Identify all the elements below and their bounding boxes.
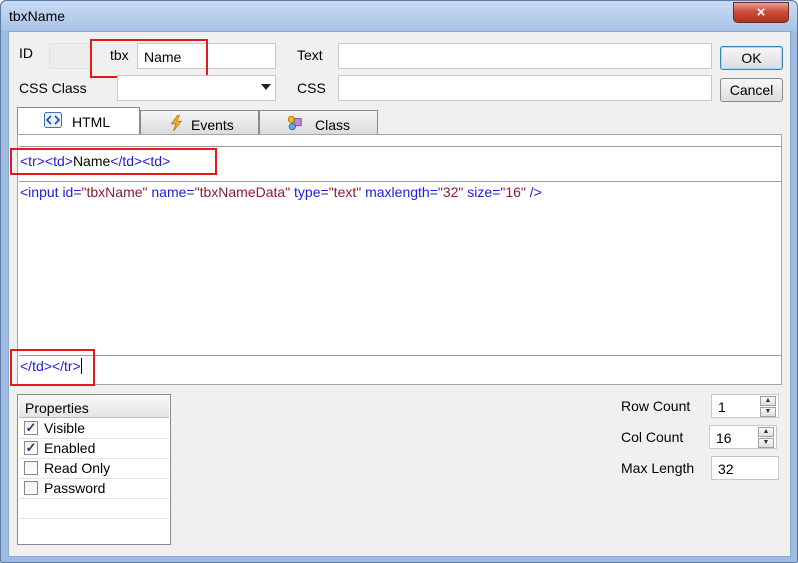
code-attr-value: "tbxName" (81, 184, 148, 200)
title-bar[interactable]: tbxName × (1, 1, 797, 31)
code-attr-name: type (294, 184, 321, 200)
code-tag: /> (529, 184, 542, 200)
property-label: Enabled (44, 440, 96, 456)
css-class-select[interactable] (117, 75, 276, 101)
tab-events[interactable]: Events (140, 110, 259, 135)
code-attr-value: "tbxNameData" (194, 184, 291, 200)
code-body-line[interactable]: <input id="tbxName" name="tbxNameData" t… (20, 184, 542, 200)
id-blank-field (49, 43, 91, 69)
visible-checkbox[interactable]: ✓ (24, 421, 38, 435)
row-count-value: 1 (718, 399, 726, 415)
max-length-label: Max Length (621, 460, 695, 476)
lightning-icon (170, 115, 183, 131)
spin-down-icon[interactable]: ▼ (760, 407, 776, 417)
row-count-label: Row Count (621, 398, 691, 414)
dialog-body: ID tbx Name Text OK CSS Class CSS Cancel… (8, 31, 791, 557)
id-label: ID (19, 45, 33, 61)
row-count-stepper[interactable]: 1 ▲ ▼ (711, 394, 779, 418)
suffix-highlight-box (10, 349, 95, 386)
spin-up-icon[interactable]: ▲ (758, 427, 774, 437)
property-visible[interactable]: ✓ Visible (19, 419, 169, 439)
tab-html-label: HTML (72, 114, 111, 130)
separator (19, 355, 781, 356)
code-attr-name: maxlength (365, 184, 430, 200)
property-enabled[interactable]: ✓ Enabled (19, 439, 169, 459)
tab-class[interactable]: Class (259, 110, 378, 135)
spin-down-icon[interactable]: ▼ (758, 438, 774, 448)
separator (19, 181, 781, 182)
class-icon (287, 115, 302, 131)
chevron-down-icon (261, 84, 271, 90)
spin-up-icon[interactable]: ▲ (760, 396, 776, 406)
dialog-window: tbxName × ID tbx Name Text OK CSS Class … (0, 0, 798, 563)
code-attr-name: name (151, 184, 187, 200)
read-only-checkbox[interactable] (24, 461, 38, 475)
code-attr-value: "text" (328, 184, 362, 200)
ok-button[interactable]: OK (720, 46, 783, 70)
code-attr-value: "16" (500, 184, 526, 200)
code-attr-name: size (467, 184, 493, 200)
ok-button-label: OK (741, 50, 762, 66)
col-count-stepper[interactable]: 16 ▲ ▼ (709, 425, 777, 449)
max-length-input[interactable]: 32 (711, 456, 779, 480)
code-tag: <input (20, 184, 59, 200)
property-read-only[interactable]: Read Only (19, 459, 169, 479)
max-length-value: 32 (718, 461, 734, 477)
col-count-value: 16 (716, 430, 732, 446)
close-icon: × (756, 4, 766, 21)
property-label: Read Only (44, 460, 111, 476)
password-checkbox[interactable] (24, 481, 38, 495)
css-input[interactable] (338, 75, 712, 101)
enabled-checkbox[interactable]: ✓ (24, 441, 38, 455)
close-button[interactable]: × (733, 2, 789, 23)
cancel-button[interactable]: Cancel (720, 78, 783, 102)
css-label: CSS (297, 80, 326, 96)
text-input[interactable] (338, 43, 712, 69)
col-count-label: Col Count (621, 429, 684, 445)
separator (19, 146, 781, 147)
code-attr-value: "32" (437, 184, 464, 200)
property-label: Password (44, 480, 106, 496)
html-code-icon (44, 112, 62, 128)
cancel-button-label: Cancel (729, 82, 774, 98)
properties-panel: Properties ✓ Visible ✓ Enabled Read Only… (17, 394, 171, 545)
properties-header: Properties (19, 396, 169, 418)
window-title: tbxName (9, 8, 66, 24)
css-class-label: CSS Class (19, 80, 87, 96)
property-password[interactable]: Password (19, 479, 169, 499)
property-label: Visible (44, 420, 85, 436)
property-empty-row (19, 499, 169, 519)
tab-html[interactable]: HTML (17, 107, 140, 135)
code-attr-name: id (62, 184, 74, 200)
id-highlight-box (90, 39, 208, 78)
text-label: Text (297, 47, 323, 63)
prefix-highlight-box (10, 148, 217, 175)
